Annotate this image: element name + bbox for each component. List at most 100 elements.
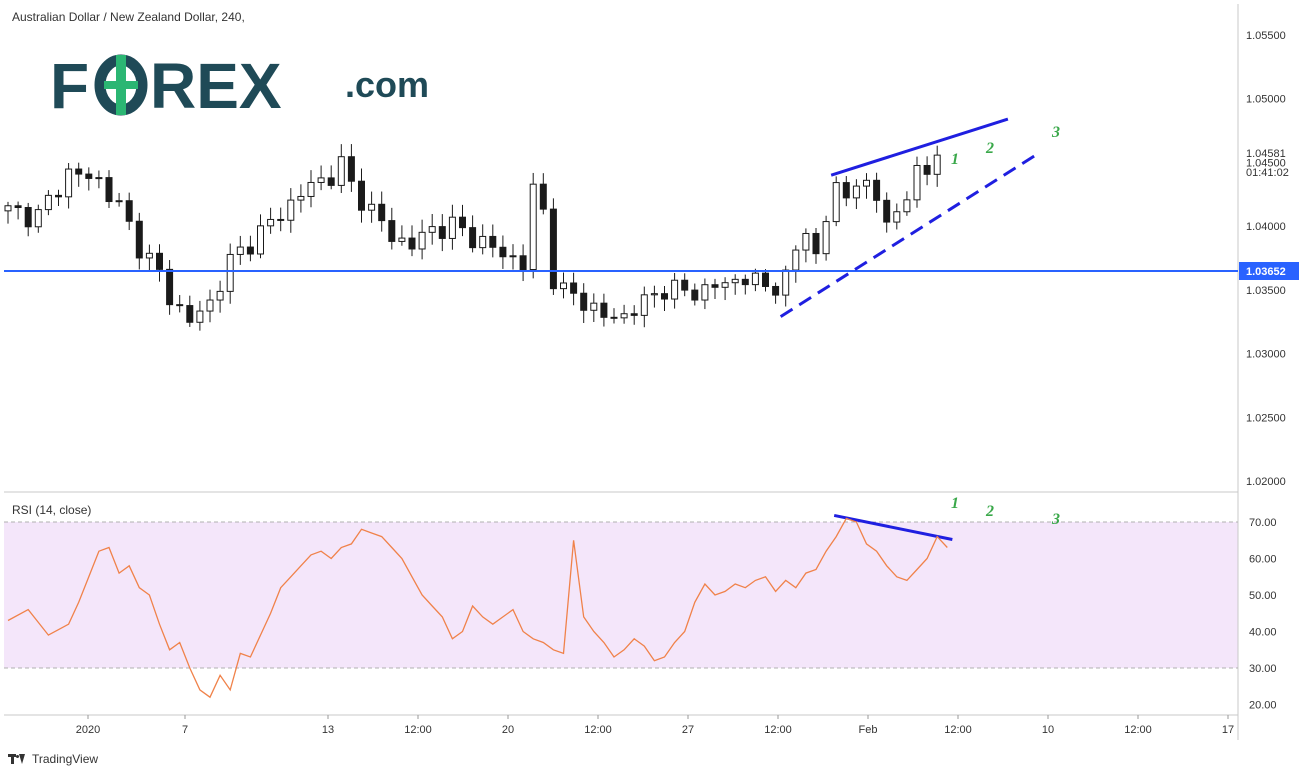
candle-body bbox=[448, 216, 456, 239]
candle-body bbox=[44, 194, 52, 211]
candle-body bbox=[14, 205, 22, 209]
candle-body bbox=[216, 290, 224, 301]
candle-body bbox=[933, 154, 941, 175]
candle-body bbox=[145, 252, 153, 259]
candle-body bbox=[368, 203, 376, 211]
candle-body bbox=[640, 294, 648, 316]
candle-body bbox=[297, 195, 305, 201]
rsi-marker-1: 1 bbox=[951, 495, 959, 512]
countdown-label: 01:41:02 bbox=[1246, 167, 1289, 179]
candle-body bbox=[560, 282, 567, 290]
rsi-tick-label: 70.00 bbox=[1249, 517, 1277, 529]
time-tick-label: 2020 bbox=[76, 724, 100, 736]
tradingview-logo-icon bbox=[8, 753, 26, 765]
logo-letters-rex: REX bbox=[150, 50, 282, 122]
candle-body bbox=[469, 227, 477, 249]
candle-body bbox=[115, 200, 123, 203]
candle-body bbox=[267, 218, 275, 227]
price-marker-3: 3 bbox=[1051, 124, 1060, 141]
candle-body bbox=[95, 177, 103, 180]
candle-body bbox=[741, 278, 749, 286]
candle-body bbox=[125, 200, 133, 222]
logo-o-text: O bbox=[0, 0, 1, 1]
chart-title: Australian Dollar / New Zealand Dollar, … bbox=[12, 10, 245, 24]
candle-body bbox=[751, 272, 759, 286]
time-tick-label: 10 bbox=[1042, 724, 1054, 736]
candle-body bbox=[812, 232, 820, 255]
candle-body bbox=[923, 164, 931, 175]
candle-body bbox=[388, 220, 396, 242]
candle-body bbox=[327, 177, 335, 186]
candle-body bbox=[691, 289, 699, 301]
candle-body bbox=[24, 207, 32, 228]
price-tick-label: 1.02000 bbox=[1246, 476, 1286, 488]
candle-body bbox=[822, 221, 830, 255]
candle-body bbox=[428, 226, 436, 233]
tradingview-label: TradingView bbox=[32, 752, 99, 766]
candle-body bbox=[671, 279, 679, 300]
price-tick-label: 1.02500 bbox=[1246, 412, 1286, 424]
candle-body bbox=[176, 304, 184, 307]
candle-body bbox=[590, 302, 598, 311]
candle-body bbox=[479, 235, 487, 249]
price-marker-1: 1 bbox=[951, 151, 959, 168]
candle-body bbox=[721, 282, 729, 288]
candle-body bbox=[650, 293, 658, 296]
candle-body bbox=[358, 180, 365, 211]
candle-body bbox=[317, 177, 325, 183]
rsi-marker-2: 2 bbox=[985, 503, 994, 520]
candle-body bbox=[630, 313, 638, 316]
candle-body bbox=[105, 177, 113, 203]
time-tick-label: 12:00 bbox=[584, 724, 612, 736]
candle-body bbox=[4, 205, 12, 212]
candle-body bbox=[408, 237, 416, 250]
price-marker-2: 2 bbox=[985, 140, 994, 157]
rsi-tick-label: 50.00 bbox=[1249, 590, 1277, 602]
candle-body bbox=[549, 208, 557, 290]
candle-body bbox=[570, 282, 578, 294]
candle-body bbox=[459, 216, 466, 229]
rsi-tick-label: 30.00 bbox=[1249, 663, 1277, 675]
candle-body bbox=[75, 168, 83, 175]
price-tick-label: 1.05000 bbox=[1246, 94, 1286, 106]
time-tick-label: 7 bbox=[182, 724, 188, 736]
price-tick-label: 1.03000 bbox=[1246, 349, 1286, 361]
candle-body bbox=[186, 305, 194, 323]
time-tick-label: 13 bbox=[322, 724, 334, 736]
candle-body bbox=[55, 194, 62, 198]
price-tick-label: 1.03500 bbox=[1246, 285, 1286, 297]
rsi-marker-3: 3 bbox=[1051, 511, 1060, 528]
candle-body bbox=[509, 255, 517, 258]
rsi-tick-label: 20.00 bbox=[1249, 700, 1277, 712]
rsi-title: RSI (14, close) bbox=[12, 503, 91, 517]
candle-body bbox=[731, 278, 739, 284]
candle-body bbox=[499, 246, 507, 258]
candle-body bbox=[236, 246, 244, 255]
rsi-tick-label: 40.00 bbox=[1249, 627, 1277, 639]
candle-body bbox=[438, 226, 446, 239]
rsi-band bbox=[4, 522, 1238, 668]
candle-body bbox=[782, 269, 790, 296]
candle-body bbox=[681, 279, 689, 291]
time-tick-label: Feb bbox=[859, 724, 878, 736]
candle-body bbox=[135, 220, 143, 259]
candle-body bbox=[398, 237, 406, 242]
candle-body bbox=[196, 310, 204, 323]
candle-body bbox=[842, 182, 850, 199]
tradingview-brand[interactable]: TradingView bbox=[8, 752, 98, 766]
candle-body bbox=[620, 313, 628, 319]
candle-body bbox=[600, 302, 608, 318]
candle-body bbox=[610, 316, 618, 319]
candle-body bbox=[883, 199, 891, 223]
candle-body bbox=[832, 182, 840, 223]
chart-canvas: Australian Dollar / New Zealand Dollar, … bbox=[0, 0, 1299, 740]
candle-body bbox=[287, 199, 295, 221]
price-tick-label: 1.04000 bbox=[1246, 221, 1286, 233]
candle-body bbox=[792, 249, 800, 271]
candle-body bbox=[347, 156, 355, 182]
candle-body bbox=[226, 253, 234, 292]
logo-letter-f: F bbox=[50, 50, 89, 122]
candle-body bbox=[539, 183, 547, 210]
candle-body bbox=[903, 199, 911, 213]
candle-body bbox=[166, 268, 174, 306]
